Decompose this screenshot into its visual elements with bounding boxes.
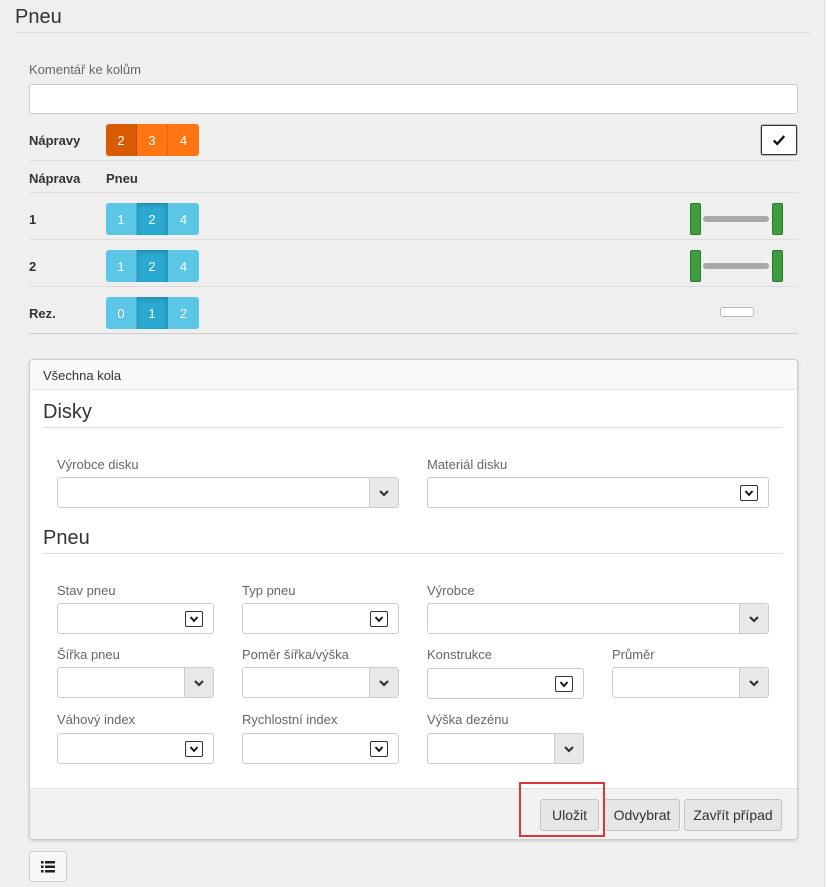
- tire-manufacturer-label: Výrobce: [427, 583, 475, 598]
- chevron-down-icon: [555, 676, 573, 692]
- page-title: Pneu: [15, 6, 62, 28]
- panel-header: Všechna kola: [30, 360, 797, 390]
- tire-ratio-label: Poměr šířka/výška: [242, 647, 349, 662]
- tire-width-label: Šířka pneu: [57, 647, 120, 662]
- tire-manufacturer-select[interactable]: [427, 603, 769, 634]
- spare-count-group: 0 1 2: [106, 297, 199, 329]
- wheel-left[interactable]: [690, 203, 701, 235]
- panel-footer: Uložit Odvybrat Zavřít případ: [30, 788, 797, 839]
- confirm-button[interactable]: [760, 124, 798, 156]
- tire-width-select[interactable]: [57, 667, 214, 698]
- tread-depth-select[interactable]: [427, 733, 584, 764]
- wheel-right[interactable]: [772, 250, 783, 282]
- comment-label: Komentář ke kolům: [29, 62, 141, 77]
- spare-row-label: Rez.: [29, 306, 56, 321]
- chevron-down-icon: [554, 734, 583, 763]
- tire-option[interactable]: 2: [137, 203, 168, 235]
- tire-speed-index-label: Rychlostní index: [242, 712, 338, 727]
- tire-load-index-label: Váhový index: [57, 712, 136, 727]
- axle-row-label: 1: [29, 212, 37, 227]
- divider: [29, 333, 798, 334]
- chevron-down-icon: [185, 741, 203, 757]
- disk-material-label: Materiál disku: [427, 457, 508, 472]
- tire-diameter-label: Průměr: [612, 647, 655, 662]
- chevron-down-icon: [739, 668, 768, 697]
- tread-depth-label: Výška dezénu: [427, 712, 509, 727]
- wheel-right[interactable]: [772, 203, 783, 235]
- check-icon: [772, 135, 786, 146]
- column-axle: Náprava: [29, 171, 81, 186]
- axles-option-4[interactable]: 4: [168, 124, 199, 156]
- tire-option[interactable]: 1: [106, 203, 137, 235]
- axles-label: Nápravy: [29, 133, 81, 148]
- divider: [43, 553, 783, 554]
- deselect-button[interactable]: Odvybrat: [604, 799, 680, 831]
- divider: [29, 192, 798, 193]
- comment-input[interactable]: [29, 84, 798, 114]
- disk-manufacturer-select[interactable]: [57, 477, 399, 508]
- axle-bar: [703, 216, 769, 222]
- axle-bar: [703, 263, 769, 269]
- panel-title: Všechna kola: [43, 368, 122, 383]
- column-tire: Pneu: [106, 171, 138, 186]
- divider: [29, 160, 798, 161]
- tire-option[interactable]: 4: [168, 203, 199, 235]
- disk-manufacturer-label: Výrobce disku: [57, 457, 139, 472]
- tire-ratio-select[interactable]: [242, 667, 399, 698]
- tire-count-group: 1 2 4: [106, 203, 199, 235]
- tire-type-label: Typ pneu: [242, 583, 296, 598]
- list-icon: [41, 860, 55, 872]
- chevron-down-icon: [370, 741, 388, 757]
- all-wheels-panel: Všechna kola Disky Výrobce disku Materiá…: [29, 359, 798, 840]
- disk-material-select[interactable]: [427, 477, 769, 508]
- axles-option-2[interactable]: 2: [106, 124, 137, 156]
- divider: [43, 427, 783, 428]
- tires-title: Pneu: [43, 527, 90, 549]
- title-divider: [15, 32, 811, 33]
- chevron-down-icon: [369, 668, 398, 697]
- wheel-left[interactable]: [690, 250, 701, 282]
- chevron-down-icon: [184, 668, 213, 697]
- tire-option[interactable]: 4: [168, 250, 199, 282]
- save-highlight-box: [519, 782, 605, 837]
- tire-speed-index-select[interactable]: [242, 733, 399, 764]
- chevron-down-icon: [740, 485, 758, 501]
- tire-option[interactable]: 1: [106, 250, 137, 282]
- tire-state-label: Stav pneu: [57, 583, 116, 598]
- tire-diameter-select[interactable]: [612, 667, 769, 698]
- tire-option[interactable]: 2: [137, 250, 168, 282]
- tire-load-index-select[interactable]: [57, 733, 214, 764]
- axle-diagram[interactable]: [690, 250, 784, 282]
- close-case-button[interactable]: Zavřít případ: [684, 799, 782, 831]
- axles-option-3[interactable]: 3: [137, 124, 168, 156]
- spare-option[interactable]: 2: [168, 297, 199, 329]
- spare-wheel[interactable]: [720, 307, 754, 317]
- axle-row-label: 2: [29, 259, 37, 274]
- divider: [29, 239, 798, 240]
- disks-title: Disky: [43, 401, 92, 423]
- chevron-down-icon: [185, 611, 203, 627]
- divider: [29, 286, 798, 287]
- spare-option[interactable]: 1: [137, 297, 168, 329]
- tire-type-select[interactable]: [242, 603, 399, 634]
- chevron-down-icon: [739, 604, 768, 633]
- tire-state-select[interactable]: [57, 603, 214, 634]
- tire-construction-label: Konstrukce: [427, 647, 493, 662]
- spare-option[interactable]: 0: [106, 297, 137, 329]
- list-button[interactable]: [29, 851, 67, 882]
- tire-construction-select[interactable]: [427, 668, 584, 699]
- axle-diagram[interactable]: [690, 203, 784, 235]
- chevron-down-icon: [369, 478, 398, 507]
- axles-count-group: 2 3 4: [106, 124, 199, 156]
- chevron-down-icon: [370, 611, 388, 627]
- tire-count-group: 1 2 4: [106, 250, 199, 282]
